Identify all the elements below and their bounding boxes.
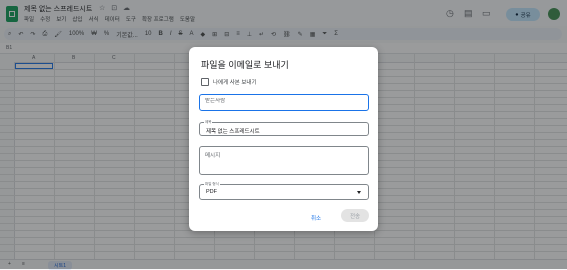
email-file-dialog: 파일을 이메일로 보내기 나에게 사본 보내기 제목 제목 없는 스프레드시트 … [189,47,378,231]
message-input[interactable] [205,151,360,171]
format-label: 파일 형식 [204,182,220,187]
send-copy-label: 나에게 사본 보내기 [213,80,257,86]
dialog-title: 파일을 이메일로 보내기 [201,60,289,70]
send-copy-checkbox[interactable] [201,78,209,86]
message-field[interactable] [199,146,369,175]
format-value: PDF [206,189,217,195]
recipients-input[interactable] [205,98,355,104]
subject-value[interactable]: 제목 없는 스프레드시트 [206,127,260,135]
dropdown-arrow-icon [357,191,361,194]
recipients-field[interactable] [199,94,369,111]
send-button[interactable]: 전송 [341,209,369,222]
send-copy-option[interactable]: 나에게 사본 보내기 [201,78,257,86]
file-format-select[interactable]: 파일 형식 PDF [199,182,369,200]
cancel-button[interactable]: 취소 [311,214,321,222]
subject-label: 제목 [204,120,213,125]
subject-field[interactable]: 제목 제목 없는 스프레드시트 [199,120,369,136]
